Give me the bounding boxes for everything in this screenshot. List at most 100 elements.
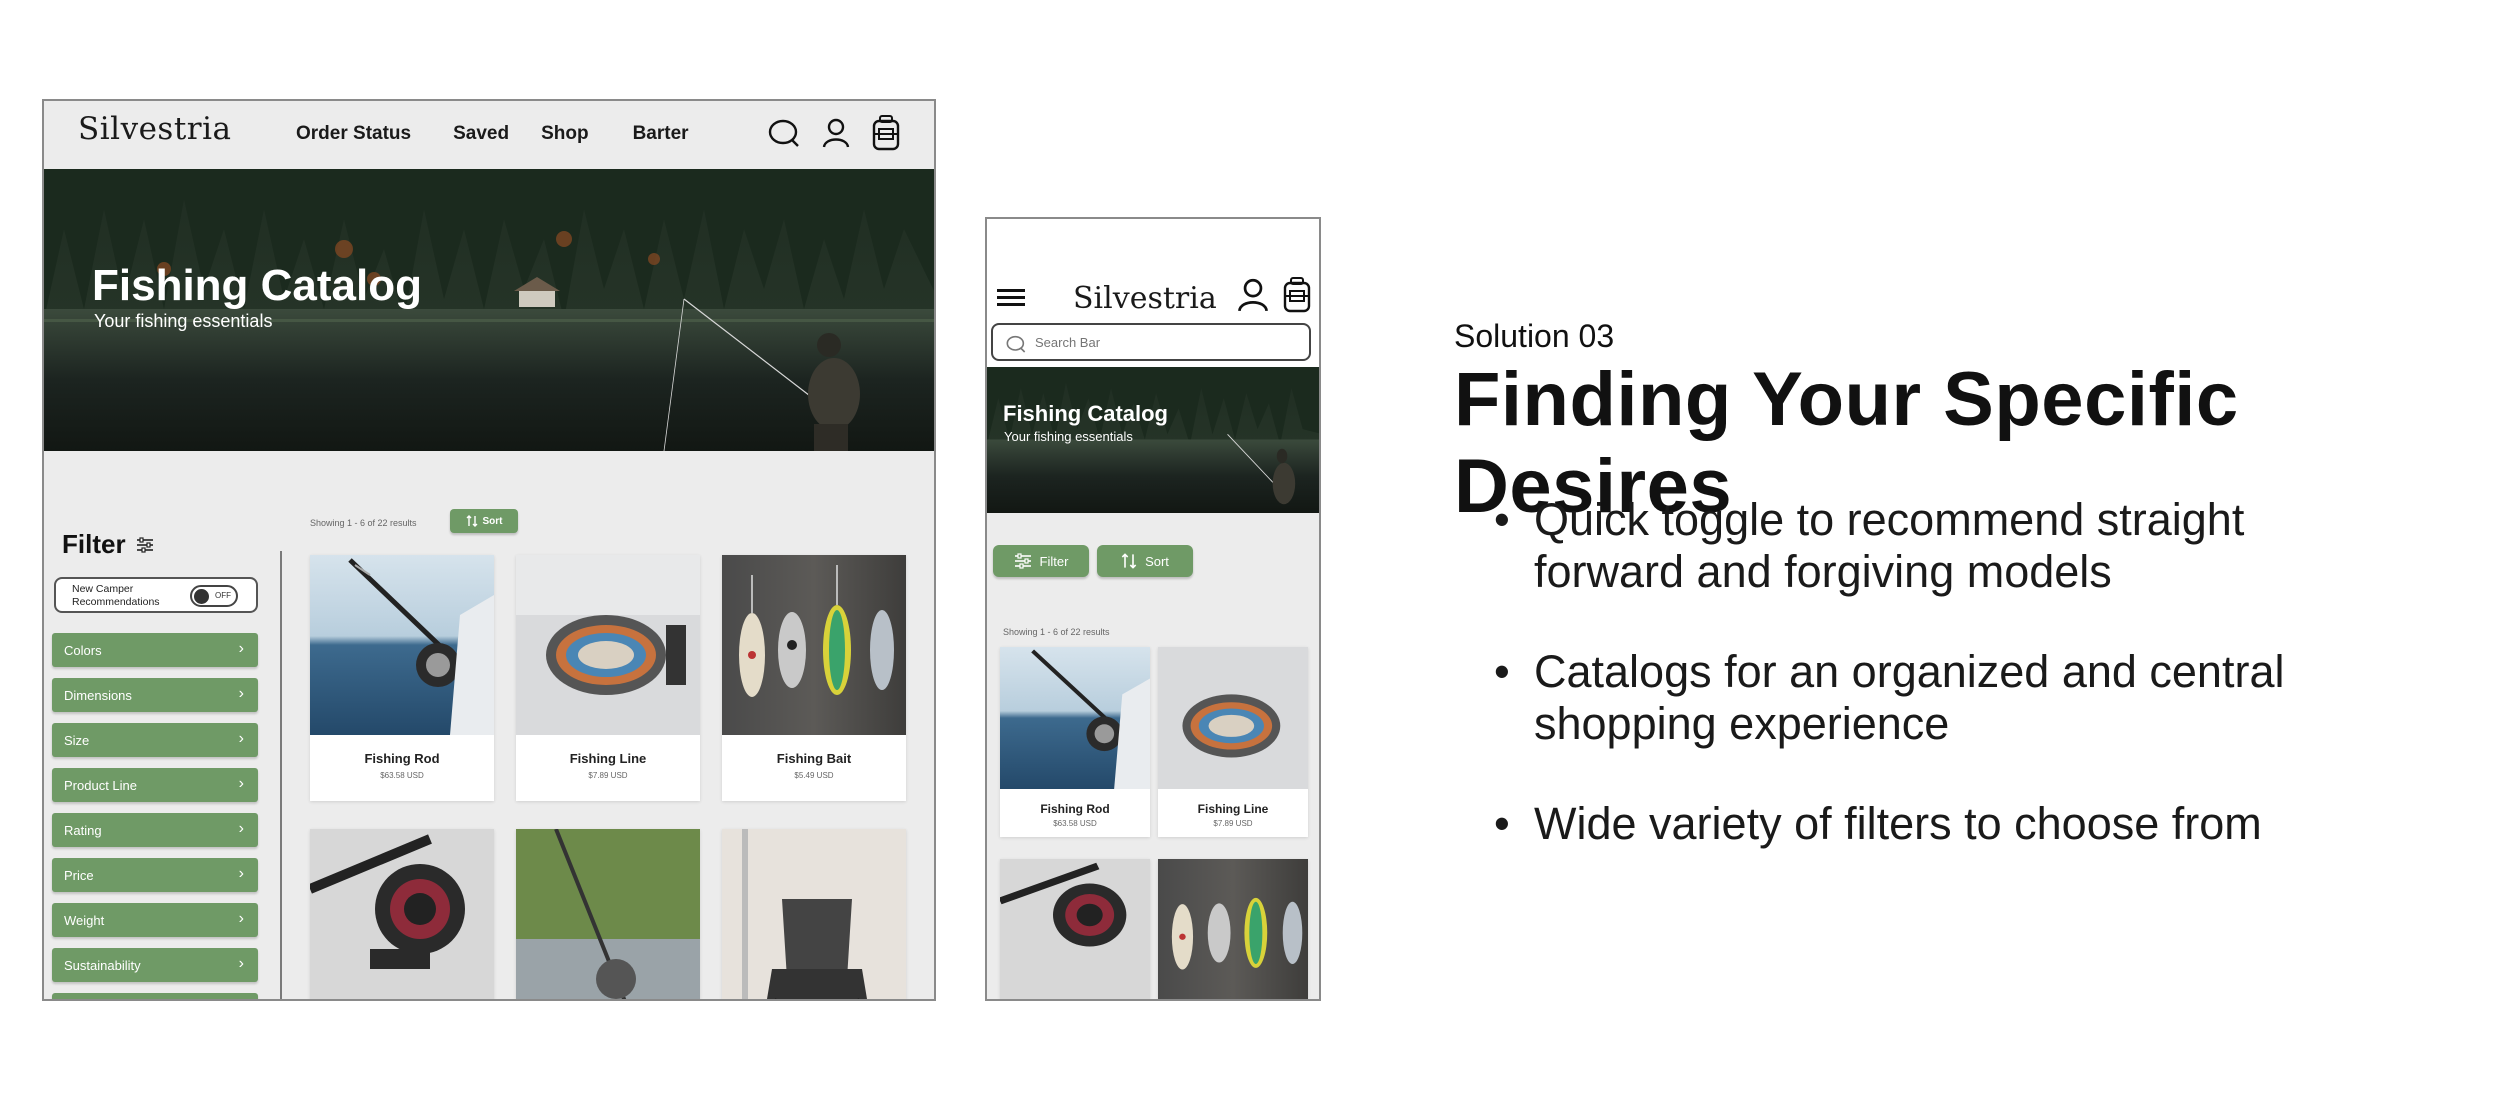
mobile-nav-icons	[1237, 277, 1311, 313]
sidebar-divider	[280, 551, 282, 999]
sort-label: Sort	[482, 515, 503, 527]
filter-product-line[interactable]: Product Line ›	[52, 768, 258, 802]
filter-price[interactable]: Price ›	[52, 858, 258, 892]
mobile-mockup: Silvestria Fishing Catalog Your fishing …	[985, 217, 1321, 1001]
filter-more[interactable]: ›	[52, 993, 258, 999]
backpack-cart-icon[interactable]	[872, 115, 900, 151]
mobile-product-card-fishing-line[interactable]: Fishing Line $7.89 USD	[1158, 647, 1308, 837]
chevron-right-icon: ›	[238, 775, 244, 792]
account-icon[interactable]	[1237, 278, 1269, 312]
product-card-reel[interactable]	[310, 829, 494, 999]
recommendation-toggle-switch[interactable]: OFF	[190, 585, 238, 607]
nav-order-status[interactable]: Order Status	[296, 123, 411, 145]
search-icon[interactable]	[768, 118, 800, 148]
product-price: $63.58 USD	[1053, 819, 1097, 828]
toggle-label: New Camper Recommendations	[72, 583, 160, 608]
filter-list: Colors › Dimensions › Size › Product Line › …	[52, 633, 258, 999]
search-input[interactable]	[1035, 333, 1295, 351]
brand-logo[interactable]: Silvestria	[78, 111, 232, 147]
chevron-right-icon: ›	[238, 910, 244, 927]
mobile-search-bar[interactable]	[991, 323, 1311, 361]
fishing-rod-image	[1000, 647, 1150, 789]
chevron-right-icon: ›	[238, 685, 244, 702]
mobile-hero-banner: Fishing Catalog Your fishing essentials	[987, 367, 1319, 513]
solution-bullets: Quick toggle to recommend straight forwa…	[1494, 494, 2294, 898]
product-card-fishing-rod[interactable]: Fishing Rod $63.58 USD	[310, 555, 494, 801]
account-icon[interactable]	[822, 118, 850, 148]
backpack-cart-icon[interactable]	[1283, 277, 1311, 313]
filter-label: Product Line	[64, 778, 137, 793]
filter-label: Price	[64, 868, 94, 883]
mobile-results-count: Showing 1 - 6 of 22 results	[1003, 627, 1110, 637]
chevron-right-icon: ›	[238, 955, 244, 972]
spinning-reel-image	[1000, 859, 1150, 999]
product-name: Fishing Rod	[1040, 802, 1110, 816]
filter-title: Filter	[62, 529, 126, 559]
product-price: $7.89 USD	[588, 771, 628, 780]
product-name: Fishing Line	[1197, 802, 1269, 816]
fishing-bait-image	[1158, 859, 1308, 999]
filter-heading: Filter	[62, 529, 154, 560]
product-price: $63.58 USD	[380, 771, 424, 780]
sort-arrows-icon	[466, 515, 477, 527]
mobile-hero-subtitle: Your fishing essentials	[1004, 429, 1133, 444]
filter-label: Sustainability	[64, 958, 141, 973]
product-card-rod-grass[interactable]	[516, 829, 700, 999]
rod-on-grass-image	[516, 829, 700, 999]
toggle-knob	[194, 589, 209, 604]
chevron-right-icon: ›	[238, 865, 244, 882]
mobile-product-card-bait[interactable]	[1158, 859, 1308, 999]
chevron-right-icon: ›	[238, 640, 244, 657]
product-name: Fishing Bait	[776, 751, 852, 766]
new-camper-toggle-box: New Camper Recommendations OFF	[54, 577, 258, 613]
filter-sustainability[interactable]: Sustainability ›	[52, 948, 258, 982]
filter-colors[interactable]: Colors ›	[52, 633, 258, 667]
nav-barter[interactable]: Barter	[633, 123, 689, 145]
chevron-right-icon: ›	[238, 820, 244, 837]
mobile-brand-logo[interactable]: Silvestria	[1073, 281, 1217, 316]
filter-dimensions[interactable]: Dimensions ›	[52, 678, 258, 712]
spinning-reel-image	[310, 829, 494, 999]
sliders-icon	[1014, 553, 1031, 569]
mobile-header: Silvestria	[987, 219, 1319, 369]
product-card-fishing-line[interactable]: Fishing Line $7.89 USD	[516, 555, 700, 801]
solution-label: Solution 03	[1454, 318, 1615, 354]
bullet-item: Quick toggle to recommend straight forwa…	[1494, 494, 2294, 598]
product-card-fishing-bait[interactable]: Fishing Bait $5.49 USD	[722, 555, 906, 801]
fishing-bait-image	[722, 555, 906, 735]
nav-saved[interactable]: Saved	[453, 123, 509, 145]
mobile-filter-button[interactable]: Filter	[993, 545, 1089, 577]
sort-button[interactable]: Sort	[450, 509, 518, 533]
mobile-sort-button[interactable]: Sort	[1097, 545, 1193, 577]
desktop-mockup: Silvestria Order Status Saved Shop Barte…	[42, 99, 936, 1001]
filter-label: Colors	[64, 643, 102, 658]
filter-label: Dimensions	[64, 688, 132, 703]
bullet-item: Catalogs for an organized and central sh…	[1494, 646, 2294, 750]
hamburger-menu-icon[interactable]	[997, 289, 1025, 310]
filter-weight[interactable]: Weight ›	[52, 903, 258, 937]
sliders-icon[interactable]	[136, 536, 154, 553]
hero-title: Fishing Catalog	[92, 261, 422, 310]
product-price: $5.49 USD	[794, 771, 834, 780]
filter-label: Weight	[64, 913, 105, 928]
nav-icons	[768, 115, 900, 151]
fishing-line-image	[1158, 647, 1308, 789]
product-price: $7.89 USD	[1213, 819, 1253, 828]
filter-label: Filter	[1039, 553, 1069, 569]
fishing-line-image	[516, 555, 700, 735]
sort-arrows-icon	[1121, 553, 1137, 569]
mobile-product-card-reel[interactable]	[1000, 859, 1150, 999]
chevron-right-icon: ›	[238, 730, 244, 747]
filter-size[interactable]: Size ›	[52, 723, 258, 757]
nav-shop[interactable]: Shop	[541, 123, 589, 145]
mobile-product-card-fishing-rod[interactable]: Fishing Rod $63.58 USD	[1000, 647, 1150, 837]
hero-subtitle: Your fishing essentials	[94, 311, 273, 331]
filter-label: Rating	[64, 823, 102, 838]
product-card-camp-chair[interactable]	[722, 829, 906, 999]
sort-label: Sort	[1145, 553, 1169, 569]
product-name: Fishing Line	[569, 751, 647, 766]
results-count: Showing 1 - 6 of 22 results	[310, 518, 417, 528]
filter-rating[interactable]: Rating ›	[52, 813, 258, 847]
fishing-rod-image	[310, 555, 494, 735]
search-icon	[1006, 335, 1026, 353]
